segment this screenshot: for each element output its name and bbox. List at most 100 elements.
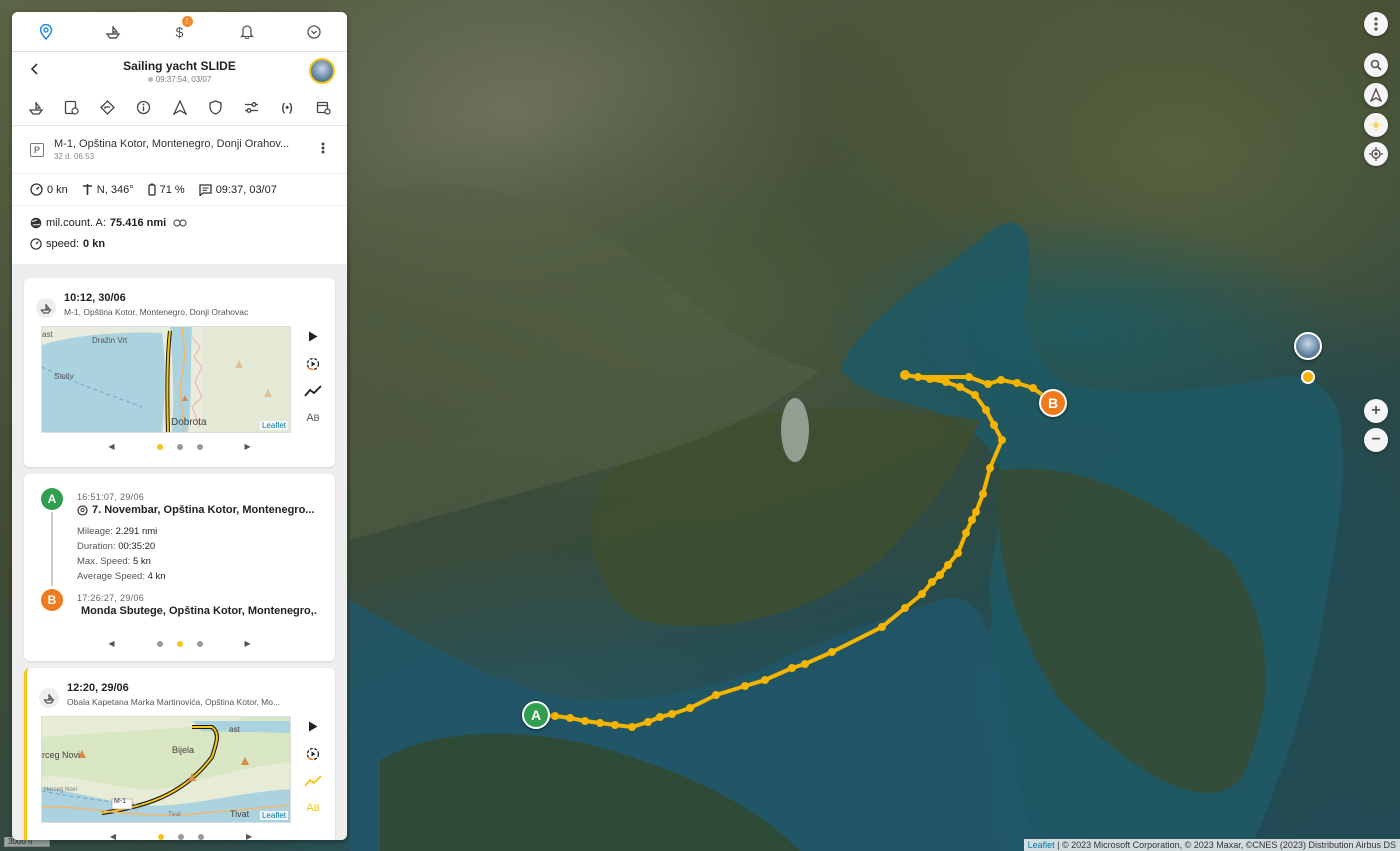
- report-icon[interactable]: [62, 98, 82, 118]
- speedometer-icon: [30, 237, 42, 250]
- search-icon[interactable]: [1364, 53, 1388, 77]
- bell-icon[interactable]: [227, 12, 267, 52]
- route-end-marker[interactable]: B: [1039, 389, 1067, 417]
- mini-map-graphic: [42, 717, 290, 822]
- mini-map-label: M-1: [114, 798, 127, 805]
- zoom-in-button[interactable]: +: [1364, 399, 1388, 423]
- zoom-out-button[interactable]: −: [1364, 428, 1388, 452]
- prev-arrow-icon[interactable]: ◀: [108, 442, 114, 451]
- pager-dot[interactable]: [196, 443, 203, 450]
- start-marker: A: [41, 488, 63, 510]
- broadcast-icon[interactable]: (•): [277, 98, 297, 118]
- leaflet-link[interactable]: Leaflet: [259, 421, 288, 430]
- message-stat: 09:37, 03/07: [199, 184, 277, 196]
- back-arrow-icon[interactable]: [30, 62, 40, 81]
- route-icon[interactable]: [98, 98, 118, 118]
- prev-arrow-icon[interactable]: ◀: [110, 832, 116, 840]
- play-icon[interactable]: [308, 718, 318, 735]
- attribution-text: | © 2023 Microsoft Corporation, © 2023 M…: [1057, 840, 1396, 850]
- card-time: 10:12, 30/06: [64, 292, 126, 304]
- boat-icon: [39, 688, 59, 708]
- next-arrow-icon[interactable]: ▶: [245, 639, 251, 648]
- mini-map-label: Stoliv: [54, 372, 74, 381]
- trip-max-speed: Max. Speed: 5 kn: [77, 556, 151, 567]
- sun-icon[interactable]: [1364, 113, 1388, 137]
- history-card-trip[interactable]: A 16:51:07, 29/06 7. Novembar, Opština K…: [24, 474, 335, 661]
- trip-avg-speed-label: Average Speed:: [77, 571, 145, 582]
- track-chart-icon[interactable]: [304, 772, 322, 789]
- pager-dot[interactable]: [176, 640, 183, 647]
- mini-map-label: Dražin Vrt: [92, 336, 128, 345]
- mast-icon: [82, 184, 92, 195]
- navigation-arrow-icon[interactable]: [1364, 83, 1388, 107]
- boat-icon[interactable]: [26, 98, 46, 118]
- settings-sliders-icon[interactable]: [241, 98, 261, 118]
- next-arrow-icon[interactable]: ▶: [245, 442, 251, 451]
- status-dot: [147, 76, 153, 82]
- location-pin-icon[interactable]: [26, 12, 66, 52]
- info-icon[interactable]: [134, 98, 154, 118]
- current-location-row: P M-1, Opština Kotor, Montenegro, Donji …: [12, 126, 347, 174]
- trip-mileage: Mileage: 2.291 nmi: [77, 526, 157, 537]
- boat-icon: [36, 298, 56, 318]
- speed-replay-icon[interactable]: [306, 745, 320, 762]
- history-card-selected[interactable]: 12:20, 29/06 Obala Kapetana Marka Martin…: [24, 668, 335, 840]
- next-arrow-icon[interactable]: ▶: [246, 832, 252, 840]
- battery-stat: 71 %: [147, 183, 185, 196]
- leaflet-link[interactable]: Leaflet: [259, 811, 288, 820]
- card-address: M-1, Opština Kotor, Montenegro, Donji Or…: [64, 307, 249, 317]
- navigation-arrow-icon[interactable]: [170, 98, 190, 118]
- start-address-text: 7. Novembar, Opština Kotor, Montenegro..…: [92, 504, 315, 516]
- pager-dot[interactable]: [198, 833, 204, 840]
- route-start-marker[interactable]: A: [522, 701, 550, 729]
- trip-duration-value: 00:35:20: [118, 541, 156, 552]
- text-labels-icon[interactable]: AB: [306, 799, 319, 816]
- text-labels-icon[interactable]: AB: [306, 409, 319, 426]
- card-actions: AB: [303, 718, 323, 816]
- pager-dot[interactable]: [156, 443, 163, 450]
- sensor-info: mil.count. A: 75.416 nmi speed: 0 kn: [12, 206, 347, 264]
- speed-sensor-label: speed:: [46, 237, 80, 250]
- heading-value: N, 346°: [96, 183, 134, 196]
- more-vertical-icon[interactable]: [1364, 12, 1388, 36]
- boat-icon[interactable]: [93, 12, 133, 52]
- dollar-icon[interactable]: $ !: [160, 12, 200, 52]
- pager-dot[interactable]: [156, 640, 163, 647]
- gps-icon[interactable]: [1364, 142, 1388, 166]
- mini-map-label: Tivat: [168, 812, 181, 818]
- play-icon[interactable]: [308, 328, 318, 345]
- speed-stat: 0 kn: [30, 183, 68, 196]
- history-card-parking[interactable]: 10:12, 30/06 M-1, Opština Kotor, Montene…: [24, 278, 335, 467]
- mini-map-label: ast: [42, 330, 53, 339]
- leaflet-link[interactable]: Leaflet: [1028, 840, 1055, 850]
- top-nav: $ !: [12, 12, 347, 52]
- mini-map-label: rceg Novi: [42, 750, 81, 760]
- calendar-settings-icon[interactable]: [313, 98, 333, 118]
- mini-map-label: ast: [229, 725, 240, 734]
- mileage-counter: mil.count. A: 75.416 nmi: [30, 212, 329, 233]
- pager-dot[interactable]: [176, 443, 183, 450]
- mileage-counter-value: 75.416 nmi: [109, 216, 167, 229]
- chevron-circle-icon[interactable]: [294, 12, 334, 52]
- speed-replay-icon[interactable]: [306, 355, 320, 372]
- start-time: 16:51:07, 29/06: [77, 492, 145, 502]
- pager-dot[interactable]: [158, 833, 164, 840]
- end-marker: B: [41, 589, 63, 611]
- pager-dot[interactable]: [178, 833, 184, 840]
- end-address-text: Monda Sbutege, Opština Kotor, Montenegro…: [81, 605, 317, 617]
- shield-icon[interactable]: [205, 98, 225, 118]
- pager-dot[interactable]: [196, 640, 203, 647]
- billing-badge: !: [181, 15, 193, 27]
- prev-arrow-icon[interactable]: ◀: [108, 639, 114, 648]
- object-title: Sailing yacht SLIDE: [123, 58, 236, 73]
- link-icon[interactable]: [173, 218, 187, 227]
- vessel-avatar-marker[interactable]: [1294, 332, 1322, 360]
- mini-map[interactable]: rceg Novi Bijela Tivat M-1 Herceg Novi T…: [41, 716, 291, 823]
- more-vertical-icon[interactable]: [321, 142, 325, 156]
- location-circle-icon: [77, 504, 88, 516]
- object-avatar[interactable]: [309, 58, 335, 84]
- map-attribution: Leaflet | © 2023 Microsoft Corporation, …: [1023, 839, 1400, 851]
- track-chart-icon[interactable]: [304, 382, 322, 399]
- mini-map-graphic: [42, 327, 290, 432]
- mini-map[interactable]: Dražin Vrt Stoliv Dobrota ast Leaflet: [41, 326, 291, 433]
